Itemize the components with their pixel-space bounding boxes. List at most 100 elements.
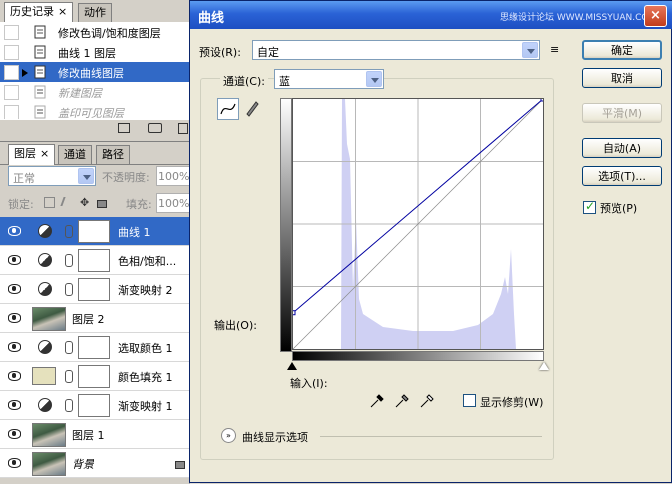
layer-mask-thumbnail[interactable] xyxy=(78,336,110,359)
history-snapshot-box[interactable] xyxy=(4,105,19,120)
tab-layers-label: 图层 xyxy=(14,147,36,160)
curve-control-point xyxy=(540,96,546,102)
history-state-icon xyxy=(34,25,46,39)
eye-icon[interactable] xyxy=(8,371,21,381)
curve-tool-icon xyxy=(220,103,236,115)
close-button[interactable]: × xyxy=(644,5,667,27)
link-chain-icon xyxy=(65,370,73,383)
curve-svg[interactable] xyxy=(290,96,546,350)
history-state-icon xyxy=(34,85,46,99)
preset-select[interactable]: 自定 xyxy=(252,40,540,60)
cancel-button[interactable]: 取消 xyxy=(582,68,662,88)
lock-transparency-icon[interactable] xyxy=(44,197,55,208)
close-icon[interactable]: × xyxy=(40,147,49,160)
lock-icon xyxy=(175,461,185,469)
layer-row[interactable]: 图层 1 xyxy=(0,420,190,449)
eyedropper-shape xyxy=(420,394,434,408)
layer-name: 图层 2 xyxy=(72,313,105,326)
black-point-slider[interactable] xyxy=(287,362,297,370)
layer-thumbnail[interactable] xyxy=(32,452,66,476)
adjustment-layer-icon xyxy=(38,340,52,354)
history-snapshot-box[interactable] xyxy=(4,65,19,80)
blend-mode-select[interactable]: 正常 xyxy=(8,166,96,186)
layer-thumbnail[interactable] xyxy=(32,307,66,331)
history-snapshot-box[interactable] xyxy=(4,45,19,60)
auto-button[interactable]: 自动(A) xyxy=(582,138,662,158)
eye-icon[interactable] xyxy=(8,400,21,410)
gray-eyedropper-icon[interactable] xyxy=(394,393,410,409)
lock-move-icon[interactable]: ✥ xyxy=(80,196,89,209)
fill-color-swatch[interactable] xyxy=(32,367,56,385)
options-button[interactable]: 选项(T)... xyxy=(582,166,662,186)
layer-mask-thumbnail[interactable] xyxy=(78,394,110,417)
ok-button[interactable]: 确定 xyxy=(582,40,662,60)
history-snapshot-box[interactable] xyxy=(4,25,19,40)
curve-graph[interactable] xyxy=(290,96,546,350)
eye-icon[interactable] xyxy=(8,429,21,439)
layer-row[interactable]: 选取颜色 1 xyxy=(0,333,190,362)
black-eyedropper-icon[interactable] xyxy=(369,393,385,409)
adjustment-layer-icon xyxy=(38,224,52,238)
curve-point-tool-button[interactable] xyxy=(217,98,239,120)
show-clipping-label: 显示修剪(W) xyxy=(480,396,544,409)
link-chain-icon xyxy=(65,341,73,354)
layer-mask-thumbnail[interactable] xyxy=(78,249,110,272)
eye-icon[interactable] xyxy=(8,255,21,265)
camera-icon[interactable] xyxy=(148,123,162,133)
show-clipping-checkbox[interactable] xyxy=(463,394,476,407)
new-document-icon[interactable] xyxy=(118,123,130,133)
lock-brush-icon[interactable] xyxy=(60,197,74,206)
trash-icon[interactable] xyxy=(178,123,188,134)
channel-label: 通道(C): xyxy=(220,73,268,89)
layer-row[interactable]: 背景 xyxy=(0,449,190,478)
eye-icon[interactable] xyxy=(8,313,21,323)
opacity-input[interactable]: 100% xyxy=(156,166,190,186)
tab-actions[interactable]: 动作 xyxy=(78,3,112,22)
layer-name: 色相/饱和... xyxy=(118,255,177,268)
layer-mask-thumbnail[interactable] xyxy=(78,365,110,388)
fill-input[interactable]: 100% xyxy=(156,193,190,213)
eye-icon[interactable] xyxy=(8,458,21,468)
section-divider xyxy=(320,436,542,437)
layer-row[interactable]: 颜色填充 1 xyxy=(0,362,190,391)
layer-name: 选取颜色 1 xyxy=(118,342,173,355)
layer-mask-thumbnail[interactable] xyxy=(78,220,110,243)
layer-row[interactable]: 色相/饱和... xyxy=(0,246,190,275)
layer-row[interactable]: 渐变映射 2 xyxy=(0,275,190,304)
tab-history[interactable]: 历史记录 × xyxy=(4,2,74,23)
curve-display-options-label[interactable]: 曲线显示选项 xyxy=(242,429,308,445)
tab-layers[interactable]: 图层 × xyxy=(8,144,56,165)
dialog-title: 曲线 xyxy=(198,11,225,26)
tab-paths[interactable]: 路径 xyxy=(96,145,130,164)
input-gradient-bar xyxy=(292,351,544,361)
eye-icon[interactable] xyxy=(8,226,21,236)
channel-select[interactable]: 蓝 xyxy=(274,69,384,89)
white-eyedropper-icon[interactable] xyxy=(419,393,435,409)
close-icon[interactable]: × xyxy=(58,5,67,18)
history-brush-source-icon[interactable] xyxy=(22,69,28,77)
fill-value: 100% xyxy=(158,197,190,210)
lock-all-icon[interactable] xyxy=(97,200,107,208)
layer-row[interactable]: 渐变映射 1 xyxy=(0,391,190,420)
history-snapshot-box[interactable] xyxy=(4,85,19,100)
white-point-slider[interactable] xyxy=(539,362,549,370)
pencil-icon xyxy=(246,101,259,117)
history-item[interactable]: 新建图层 xyxy=(0,82,200,104)
layer-thumbnail[interactable] xyxy=(32,423,66,447)
layer-name: 渐变映射 2 xyxy=(118,284,173,297)
history-item[interactable]: 曲线 1 图层 xyxy=(0,42,200,64)
dialog-titlebar[interactable]: 曲线 思缘设计论坛 WWW.MISSYUAN.COM × xyxy=(190,1,672,29)
opacity-label: 不透明度: xyxy=(102,171,150,184)
history-item[interactable]: 修改曲线图层 xyxy=(0,62,200,84)
history-item[interactable]: 修改色调/饱和度图层 xyxy=(0,22,200,44)
layer-row[interactable]: 图层 2 xyxy=(0,304,190,333)
tab-channels[interactable]: 通道 xyxy=(58,145,92,164)
layer-mask-thumbnail[interactable] xyxy=(78,278,110,301)
pencil-tool-button[interactable] xyxy=(242,98,262,118)
expand-chevron-icon[interactable]: » xyxy=(221,428,236,443)
preview-checkbox[interactable] xyxy=(583,199,596,214)
eye-icon[interactable] xyxy=(8,284,21,294)
preset-options-icon[interactable]: ≡ xyxy=(550,43,559,56)
layer-row[interactable]: 曲线 1 xyxy=(0,217,190,246)
eye-icon[interactable] xyxy=(8,342,21,352)
